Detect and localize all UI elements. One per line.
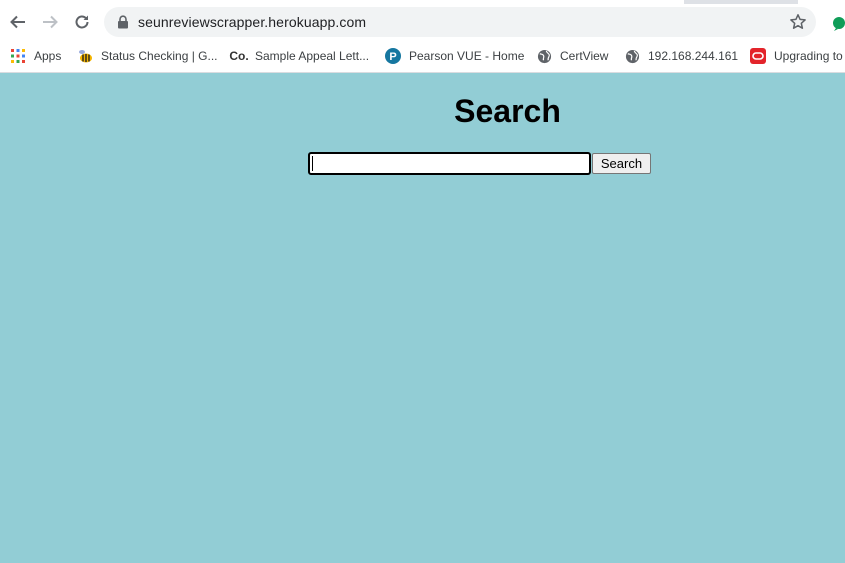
bookmark-label: Upgrading to: [774, 49, 843, 63]
oracle-icon: [750, 48, 766, 64]
arrow-left-icon: [10, 15, 25, 29]
bookmark-ip-address[interactable]: 192.168.244.161: [624, 46, 738, 66]
bookmark-sample-appeal[interactable]: Co. Sample Appeal Lett...: [229, 46, 370, 66]
pearson-p-icon: P: [385, 48, 401, 64]
page-title: Search: [454, 93, 561, 129]
apps-grid-icon: [10, 48, 26, 64]
page-content: Search Search: [0, 73, 845, 563]
bookmark-label: Status Checking | G...: [101, 49, 218, 63]
browser-toolbar: seunreviewscrapper.herokuapp.com: [0, 4, 845, 40]
text-caret: [312, 156, 313, 171]
bookmark-label: 192.168.244.161: [648, 49, 739, 63]
bookmark-label: CertView: [560, 49, 609, 63]
co-logo-icon: Co.: [229, 49, 249, 63]
bee-icon: [77, 48, 93, 64]
address-bar[interactable]: seunreviewscrapper.herokuapp.com: [104, 7, 816, 37]
bookmark-label: Pearson VUE - Home: [409, 49, 525, 63]
back-button[interactable]: [4, 8, 32, 36]
extension-icon[interactable]: [831, 16, 845, 32]
bookmarks-bar: Apps Status Checking | G... Co. Sample A…: [0, 40, 845, 73]
bookmark-certview[interactable]: CertView: [536, 46, 608, 66]
search-button[interactable]: Search: [592, 153, 651, 174]
search-input[interactable]: [308, 152, 591, 175]
globe-icon: [536, 48, 552, 64]
forward-button[interactable]: [36, 8, 64, 36]
bookmark-label: Apps: [34, 49, 62, 63]
bookmark-apps[interactable]: Apps: [10, 46, 61, 66]
arrow-right-icon: [43, 15, 58, 29]
bookmark-upgrading[interactable]: Upgrading to: [750, 46, 843, 66]
svg-text:P: P: [389, 51, 396, 63]
globe-icon: [624, 48, 640, 64]
lock-icon: [118, 15, 128, 29]
reload-icon: [75, 15, 89, 29]
bookmark-label: Sample Appeal Lett...: [255, 49, 370, 63]
bookmark-star-icon[interactable]: [789, 13, 807, 31]
bookmark-pearson-vue[interactable]: P Pearson VUE - Home: [385, 46, 524, 66]
url-text: seunreviewscrapper.herokuapp.com: [138, 14, 367, 30]
bookmark-status-checking[interactable]: Status Checking | G...: [77, 46, 218, 66]
reload-button[interactable]: [68, 8, 96, 36]
